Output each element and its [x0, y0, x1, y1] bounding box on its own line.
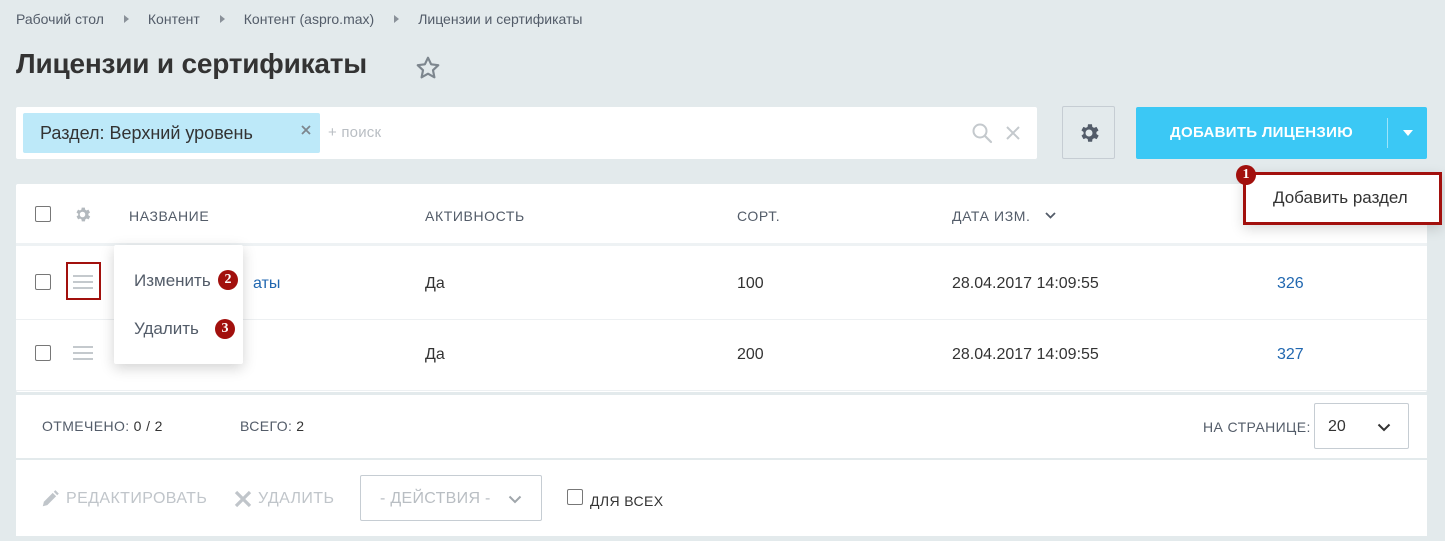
close-icon[interactable] [300, 124, 312, 136]
hamburger-icon [73, 275, 93, 289]
row-name-link[interactable]: аты [253, 275, 280, 293]
row-date: 28.04.2017 14:09:55 [952, 275, 1099, 292]
column-header-sort[interactable]: СОРТ. [737, 208, 780, 224]
table-header: НАЗВАНИЕ АКТИВНОСТЬ СОРТ. ДАТА ИЗМ. [16, 184, 1427, 246]
pencil-icon [42, 490, 59, 507]
column-header-name[interactable]: НАЗВАНИЕ [129, 208, 209, 224]
caret-down-icon [1403, 130, 1413, 136]
total-value: 2 [296, 418, 305, 434]
row-active: Да [425, 275, 445, 292]
breadcrumb-item-content-aspro[interactable]: Контент (aspro.max) [244, 11, 374, 27]
add-license-button[interactable]: ДОБАВИТЬ ЛИЦЕНЗИЮ [1136, 107, 1427, 159]
step-badge: 3 [215, 319, 235, 339]
column-header-date[interactable]: ДАТА ИЗМ. [952, 208, 1031, 224]
clear-icon[interactable] [1005, 125, 1021, 141]
per-page-select[interactable]: 20 [1314, 403, 1409, 449]
step-badge: 1 [1236, 165, 1256, 185]
row-id-link[interactable]: 326 [1277, 275, 1304, 293]
breadcrumb-arrow-icon [219, 15, 225, 23]
row-menu-button[interactable] [66, 262, 101, 300]
button-divider [1387, 118, 1388, 148]
table-footer: ОТМЕЧЕНО: 0 / 2 ВСЕГО: 2 НА СТРАНИЦЕ: 20 [16, 395, 1427, 459]
actions-select[interactable]: - ДЕЙСТВИЯ - [360, 475, 542, 521]
search-input[interactable]: + поиск [328, 124, 381, 141]
delete-action-label: УДАЛИТЬ [258, 490, 335, 507]
breadcrumb: Рабочий стол Контент Контент (aspro.max)… [16, 10, 582, 28]
add-dropdown-menu: Добавить раздел [1243, 172, 1442, 225]
row-sort: 200 [737, 346, 764, 363]
edit-action-button[interactable]: РЕДАКТИРОВАТЬ [40, 490, 207, 508]
column-header-active[interactable]: АКТИВНОСТЬ [425, 208, 525, 224]
actions-select-label: - ДЕЙСТВИЯ - [380, 490, 491, 507]
row-active: Да [425, 346, 445, 363]
page-title: Лицензии и сертификаты [16, 48, 368, 79]
per-page-value: 20 [1328, 418, 1346, 435]
edit-action-label: РЕДАКТИРОВАТЬ [66, 490, 208, 507]
search-icon[interactable] [971, 122, 993, 144]
add-license-label: ДОБАВИТЬ ЛИЦЕНЗИЮ [1170, 124, 1353, 141]
select-all-checkbox[interactable] [35, 206, 51, 222]
chevron-down-icon [508, 495, 522, 504]
star-icon[interactable] [415, 55, 441, 81]
gear-icon [1080, 123, 1099, 142]
close-icon [234, 490, 252, 508]
filter-chip-label: Раздел: Верхний уровень [40, 122, 253, 143]
per-page-label: НА СТРАНИЦЕ: [1203, 419, 1311, 435]
selected-label: ОТМЕЧЕНО: [42, 418, 130, 434]
filter-chip[interactable]: Раздел: Верхний уровень [23, 113, 320, 153]
selected-value: 0 / 2 [133, 418, 163, 434]
delete-action-button[interactable]: УДАЛИТЬ [234, 490, 334, 508]
hamburger-icon[interactable] [73, 346, 93, 360]
chevron-down-icon [1377, 423, 1391, 432]
menu-item-add-section[interactable]: Добавить раздел [1273, 188, 1408, 208]
breadcrumb-arrow-icon [394, 15, 400, 23]
breadcrumb-item-desktop[interactable]: Рабочий стол [16, 11, 104, 27]
settings-button[interactable] [1062, 106, 1115, 159]
breadcrumb-item-content[interactable]: Контент [148, 11, 200, 27]
total-label: ВСЕГО: [240, 418, 293, 434]
sort-chevron-down-icon [1045, 212, 1056, 219]
row-checkbox[interactable] [35, 274, 51, 290]
filter-search-bar[interactable]: Раздел: Верхний уровень + поиск [16, 107, 1037, 159]
for-all-checkbox[interactable] [567, 489, 583, 505]
total-count: ВСЕГО: 2 [240, 418, 304, 434]
group-actions-bar: РЕДАКТИРОВАТЬ УДАЛИТЬ - ДЕЙСТВИЯ - ДЛЯ В… [16, 460, 1427, 536]
add-menu-toggle[interactable] [1389, 107, 1427, 159]
selected-count: ОТМЕЧЕНО: 0 / 2 [42, 418, 163, 434]
menu-item-edit[interactable]: Изменить [134, 271, 211, 291]
menu-item-delete[interactable]: Удалить [134, 319, 199, 339]
step-badge: 2 [218, 270, 238, 290]
row-context-menu: Изменить 2 Удалить 3 [114, 245, 243, 364]
row-checkbox[interactable] [35, 345, 51, 361]
breadcrumb-arrow-icon [123, 15, 129, 23]
row-id-link[interactable]: 327 [1277, 346, 1304, 364]
row-date: 28.04.2017 14:09:55 [952, 346, 1099, 363]
for-all-label: ДЛЯ ВСЕХ [590, 493, 664, 509]
row-sort: 100 [737, 275, 764, 292]
gear-icon[interactable] [73, 205, 92, 224]
breadcrumb-item-current[interactable]: Лицензии и сертификаты [418, 11, 582, 27]
